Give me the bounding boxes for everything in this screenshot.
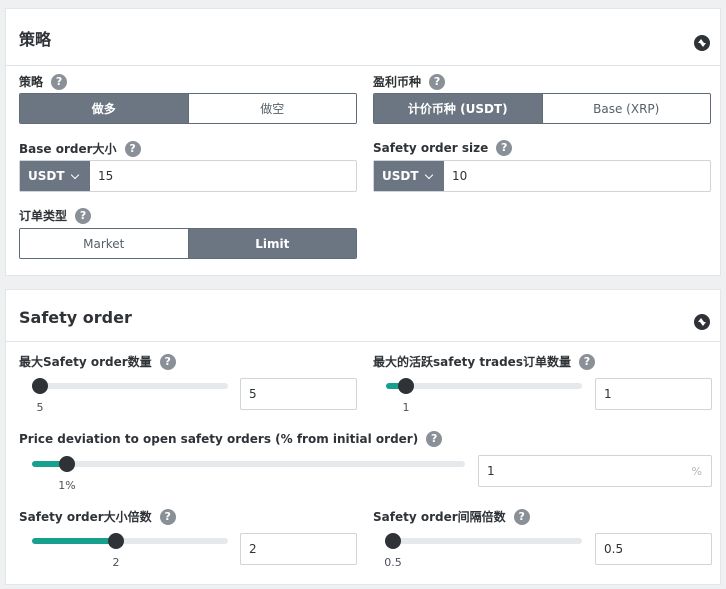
max-safety-orders-input[interactable]: 5 [240,378,357,410]
slider-thumb[interactable] [59,456,75,472]
profit-currency-option-quote[interactable]: 计价币种 (USDT) [374,94,542,123]
base-order-size-field: USDT 15 [19,160,357,192]
help-icon[interactable]: ? [159,508,176,525]
help-icon[interactable]: ? [75,207,92,224]
price-deviation-label: Price deviation to open safety orders (%… [19,431,443,447]
base-order-size-label-text: Base order大小 [19,142,117,156]
order-type-option-market[interactable]: Market [20,229,188,258]
help-icon[interactable]: ? [513,508,530,525]
profit-currency-segmented-control: 计价币种 (USDT) Base (XRP) [373,93,711,124]
strategy-card: 策略 策略 ? 做多 做空 盈利币种 ? 计价币种 (USDT) Base (X… [5,8,721,276]
chevron-down-icon [424,170,434,180]
profit-currency-label: 盈利币种 ? [373,73,446,90]
size-multiplier-label-text: Safety order大小倍数 [19,510,152,524]
help-icon[interactable]: ? [496,140,513,156]
max-active-trades-slider-value: 1 [402,401,410,414]
price-deviation-slider[interactable] [32,456,465,472]
chevron-down-icon [70,170,80,180]
safety-order-size-field: USDT 10 [373,160,711,192]
price-deviation-input[interactable]: 1 % [478,455,712,487]
step-multiplier-label: Safety order间隔倍数 ? [373,508,530,525]
help-icon[interactable]: ? [578,353,595,370]
step-multiplier-slider-value: 0.5 [384,556,402,569]
max-active-trades-slider[interactable] [386,378,582,394]
order-type-label-text: 订单类型 [19,209,68,223]
strategy-card-header: 策略 [6,9,720,66]
base-order-currency-select[interactable]: USDT [20,161,90,191]
strategy-label-text: 策略 [19,75,44,89]
strategy-label: 策略 ? [19,73,68,90]
safety-order-currency-value: USDT [382,169,419,183]
max-safety-orders-slider-value: 5 [36,401,44,414]
slider-thumb[interactable] [108,533,124,549]
max-safety-orders-label-text: 最大Safety order数量 [19,355,152,369]
order-type-label: 订单类型 ? [19,207,92,224]
step-multiplier-slider[interactable] [385,533,582,549]
max-safety-orders-slider[interactable] [32,378,228,394]
slider-fill [32,538,116,544]
strategy-segmented-control: 做多 做空 [19,93,357,124]
profit-currency-label-text: 盈利币种 [373,75,422,89]
help-icon[interactable]: ? [426,431,443,447]
percent-suffix: % [691,465,702,478]
step-multiplier-input[interactable]: 0.5 [595,533,712,565]
size-multiplier-slider[interactable] [32,533,228,549]
price-deviation-input-value: 1 [487,464,495,478]
size-multiplier-slider-value: 2 [112,556,120,569]
strategy-card-title: 策略 [19,30,52,49]
base-order-size-input[interactable]: 15 [90,161,113,191]
strategy-option-long[interactable]: 做多 [20,94,188,123]
help-icon[interactable]: ? [124,140,141,157]
help-icon[interactable]: ? [159,353,176,370]
size-multiplier-input[interactable]: 2 [240,533,357,565]
help-icon[interactable]: ? [51,73,68,90]
max-active-trades-input[interactable]: 1 [595,378,712,410]
safety-order-currency-select[interactable]: USDT [374,161,444,191]
profit-currency-option-base[interactable]: Base (XRP) [541,94,710,123]
collapse-toggle-icon[interactable] [694,35,710,51]
safety-order-card-header: Safety order [6,290,720,342]
order-type-segmented-control: Market Limit [19,228,357,259]
base-order-size-label: Base order大小 ? [19,140,141,157]
base-order-currency-value: USDT [28,169,65,183]
collapse-toggle-icon[interactable] [694,314,710,330]
safety-order-card: Safety order 最大Safety order数量 ? 5 5 最大的活… [5,289,721,585]
help-icon[interactable]: ? [429,73,446,90]
max-safety-orders-label: 最大Safety order数量 ? [19,353,176,370]
slider-thumb[interactable] [32,378,48,394]
safety-order-size-label-text: Safety order size [373,141,489,155]
size-multiplier-label: Safety order大小倍数 ? [19,508,176,525]
order-type-option-limit[interactable]: Limit [187,229,356,258]
safety-order-size-label: Safety order size ? [373,140,513,156]
safety-order-card-title: Safety order [19,308,132,327]
price-deviation-label-text: Price deviation to open safety orders (%… [19,432,419,446]
slider-thumb[interactable] [385,533,401,549]
max-active-trades-label-text: 最大的活跃safety trades订单数量 [373,355,571,369]
strategy-option-short[interactable]: 做空 [187,94,356,123]
price-deviation-slider-value: 1% [58,479,76,492]
step-multiplier-label-text: Safety order间隔倍数 [373,510,506,524]
safety-order-size-input[interactable]: 10 [444,161,467,191]
max-active-trades-label: 最大的活跃safety trades订单数量 ? [373,353,595,370]
slider-thumb[interactable] [398,378,414,394]
